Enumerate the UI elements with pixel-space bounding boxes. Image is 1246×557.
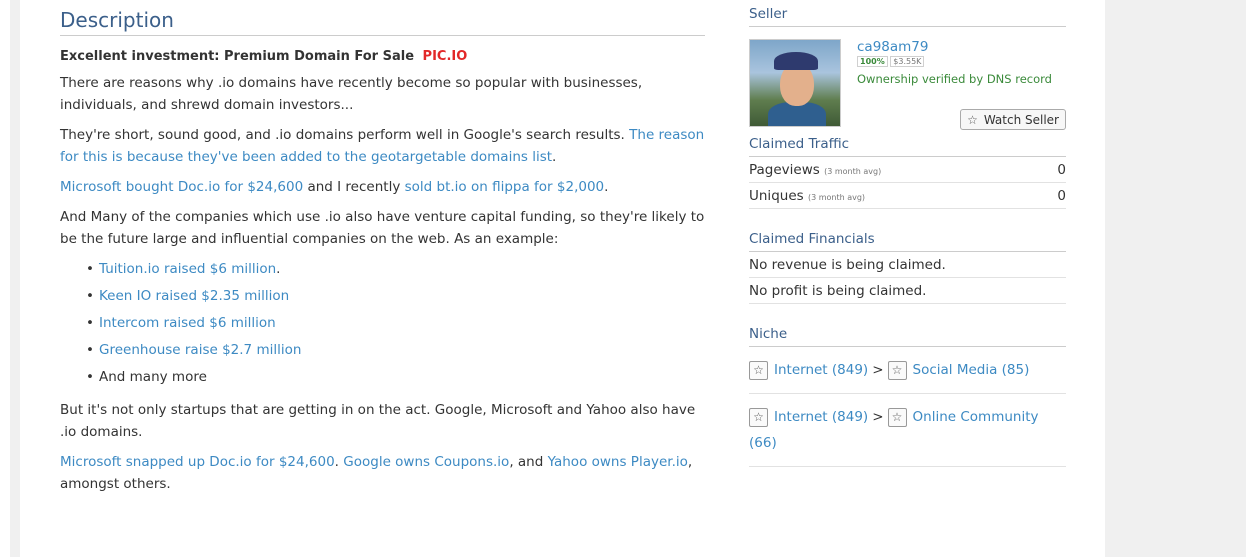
list-item: Keen IO raised $2.35 million	[86, 283, 705, 310]
pageviews-label: Pageviews	[749, 162, 820, 178]
seller-amount: $3.55K	[890, 56, 925, 67]
seller-info: ca98am79 100% $3.55K Ownership verified …	[857, 39, 1052, 86]
list-item: And many more	[86, 364, 705, 391]
star-icon[interactable]: ☆	[749, 360, 768, 380]
listing-headline: Excellent investment: Premium Domain For…	[60, 49, 705, 64]
list-item-suffix: .	[276, 261, 281, 277]
niche-child-link[interactable]: Social Media (85)	[913, 362, 1030, 378]
paragraph-examples: Microsoft snapped up Doc.io for $24,600.…	[60, 451, 705, 495]
intercom-link[interactable]: Intercom raised $6 million	[99, 315, 276, 331]
paragraph-sales: Microsoft bought Doc.io for $24,600 and …	[60, 176, 705, 198]
pageviews-value: 0	[1057, 162, 1066, 178]
seller-card: ca98am79 100% $3.55K Ownership verified …	[749, 39, 1066, 136]
left-page-border	[10, 0, 20, 557]
star-icon: ☆	[967, 112, 978, 127]
list-item: Greenhouse raise $2.7 million	[86, 337, 705, 364]
examples-sep: .	[334, 454, 339, 470]
seo-period: .	[552, 149, 557, 165]
table-row: Uniques (3 month avg) 0	[749, 183, 1066, 209]
google-coupons-link[interactable]: Google owns Coupons.io	[343, 454, 509, 470]
sales-text: and I recently	[307, 179, 401, 195]
table-row: Pageviews (3 month avg) 0	[749, 157, 1066, 183]
paragraph-vc: And Many of the companies which use .io …	[60, 209, 705, 247]
niche-item: ☆ Internet (849) > ☆ Social Media (85)	[749, 347, 1066, 394]
watch-seller-label: Watch Seller	[983, 112, 1059, 127]
description-title: Description	[60, 8, 705, 36]
seo-text: They're short, sound good, and .io domai…	[60, 127, 625, 143]
seller-section-title: Seller	[749, 6, 1066, 27]
microsoft-doc-link[interactable]: Microsoft bought Doc.io for $24,600	[60, 179, 303, 195]
seller-name-link[interactable]: ca98am79	[857, 39, 1052, 55]
examples-sep: , and	[509, 454, 544, 470]
list-item: Intercom raised $6 million	[86, 310, 705, 337]
avatar[interactable]	[749, 39, 841, 127]
ownership-verified: Ownership verified by DNS record	[857, 72, 1052, 86]
greenhouse-link[interactable]: Greenhouse raise $2.7 million	[99, 342, 301, 358]
paragraph-big-companies: But it's not only startups that are gett…	[60, 402, 696, 440]
revenue-row: No revenue is being claimed.	[749, 252, 1066, 278]
uniques-value: 0	[1057, 188, 1066, 204]
traffic-section-title: Claimed Traffic	[749, 136, 1066, 157]
sidebar: Seller ca98am79 100% $3.55K Ownership ve…	[749, 6, 1066, 467]
pageviews-note: (3 month avg)	[824, 167, 882, 176]
star-icon[interactable]: ☆	[887, 360, 907, 380]
star-icon[interactable]: ☆	[749, 407, 768, 427]
keen-link[interactable]: Keen IO raised $2.35 million	[99, 288, 289, 304]
uniques-note: (3 month avg)	[807, 193, 866, 202]
funding-list: Tuition.io raised $6 million. Keen IO ra…	[60, 256, 705, 391]
paragraph-seo: They're short, sound good, and .io domai…	[60, 124, 705, 168]
sales-period: .	[604, 179, 609, 195]
right-page-gutter	[1105, 0, 1246, 557]
list-item: Tuition.io raised $6 million.	[86, 256, 705, 283]
financials-section-title: Claimed Financials	[749, 231, 1066, 252]
description-section: Description Excellent investment: Premiu…	[60, 8, 705, 495]
seller-stats: 100% $3.55K	[857, 56, 1052, 67]
paragraph-intro: There are reasons why .io domains have r…	[60, 75, 643, 113]
profit-row: No profit is being claimed.	[749, 278, 1066, 304]
star-icon[interactable]: ☆	[887, 407, 907, 427]
tuition-link[interactable]: Tuition.io raised $6 million	[99, 261, 276, 277]
watch-seller-button[interactable]: ☆ Watch Seller	[960, 109, 1066, 130]
bt-io-flippa-link[interactable]: sold bt.io on flippa for $2,000	[405, 179, 605, 195]
yahoo-player-link[interactable]: Yahoo owns Player.io	[548, 454, 688, 470]
uniques-label: Uniques	[749, 188, 804, 204]
headline-text: Excellent investment: Premium Domain For…	[60, 49, 415, 64]
niche-parent-link[interactable]: Internet (849)	[774, 362, 868, 378]
brand-name: PIC.IO	[422, 49, 468, 64]
niche-item: ☆ Internet (849) > ☆ Online Community (66)	[749, 394, 1066, 467]
seller-rating: 100%	[860, 57, 885, 66]
microsoft-snapped-link[interactable]: Microsoft snapped up Doc.io for $24,600	[60, 454, 335, 470]
niche-section-title: Niche	[749, 326, 1066, 347]
niche-parent-link[interactable]: Internet (849)	[774, 409, 868, 425]
